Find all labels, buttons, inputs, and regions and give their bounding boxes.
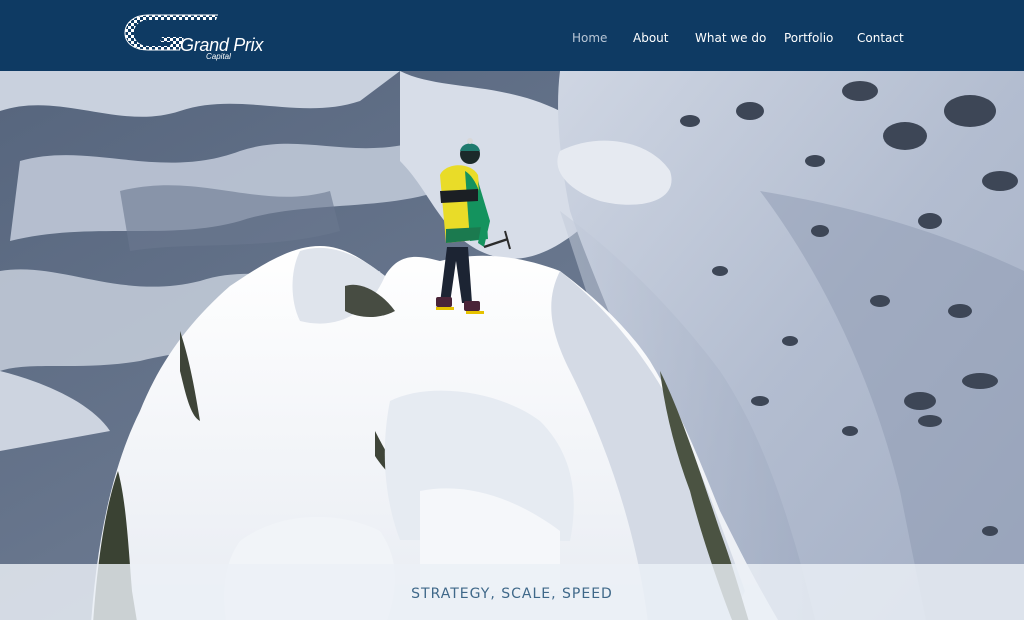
- nav-what-we-do[interactable]: What we do: [695, 31, 766, 45]
- nav-about[interactable]: About: [633, 31, 668, 45]
- main-nav: Home About What we do Portfolio Contact: [0, 31, 1024, 49]
- nav-home[interactable]: Home: [572, 31, 607, 45]
- bottom-strip: [0, 620, 1024, 640]
- tagline-band: STRATEGY, SCALE, SPEED: [0, 564, 1024, 620]
- page: Grand Prix Capital Home About What we do…: [0, 0, 1024, 640]
- site-header: Grand Prix Capital Home About What we do…: [0, 0, 1024, 71]
- nav-contact[interactable]: Contact: [857, 31, 904, 45]
- nav-portfolio[interactable]: Portfolio: [784, 31, 833, 45]
- hero-image: [0, 71, 1024, 640]
- hero-tagline: STRATEGY, SCALE, SPEED: [411, 586, 613, 602]
- logo-subtitle: Capital: [206, 52, 231, 61]
- mountain-photo: [0, 71, 1024, 640]
